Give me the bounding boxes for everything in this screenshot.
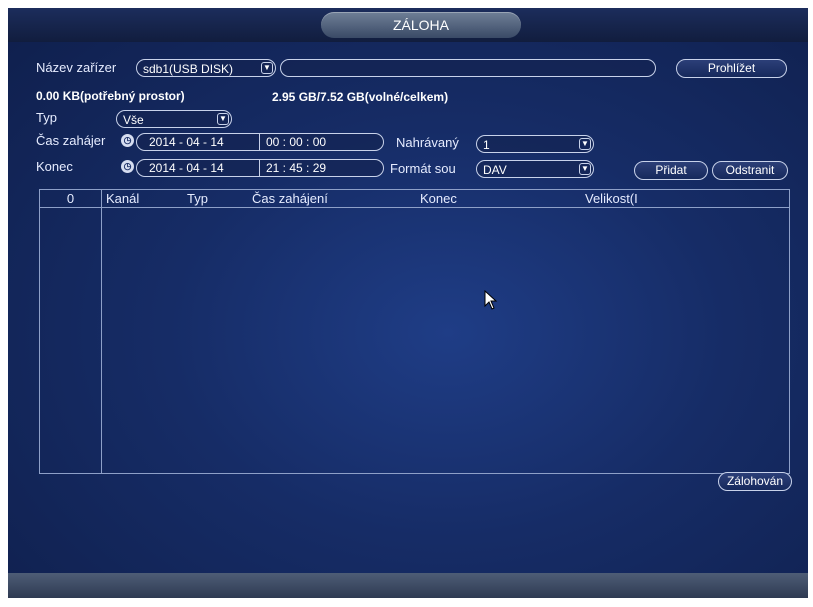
recorder-select[interactable]: 1 ▼ <box>476 135 594 153</box>
end-datetime-field[interactable]: 2014 - 04 - 14 21 : 45 : 29 <box>136 159 384 177</box>
start-time-label: Čas zahájer <box>36 133 106 148</box>
type-select[interactable]: Vše ▼ <box>116 110 232 128</box>
window-title: ZÁLOHA <box>321 12 521 38</box>
end-time-label: Konec <box>36 159 73 174</box>
title-bar: ZÁLOHA <box>8 8 808 42</box>
chevron-down-icon: ▼ <box>261 62 273 74</box>
device-select[interactable]: sdb1(USB DISK) ▼ <box>136 59 276 77</box>
table-header: 0 Kanál Typ Čas zahájení Konec Velikost(… <box>40 190 789 208</box>
free-total-space-text: 2.95 GB/7.52 GB(volné/celkem) <box>272 90 449 104</box>
col-end: Konec <box>420 191 457 206</box>
add-button[interactable]: Přidat <box>634 161 708 180</box>
backup-button[interactable]: Zálohován <box>718 472 792 491</box>
remove-button[interactable]: Odstranit <box>712 161 788 180</box>
clock-icon[interactable]: ◷ <box>121 134 134 147</box>
chevron-down-icon: ▼ <box>579 163 591 175</box>
chevron-down-icon: ▼ <box>217 113 229 125</box>
col-size: Velikost(I <box>585 191 638 206</box>
col-start-time: Čas zahájení <box>252 191 328 206</box>
recorder-label: Nahrávaný <box>396 135 459 150</box>
end-time[interactable]: 21 : 45 : 29 <box>266 160 326 176</box>
device-name-label: Název zařízer <box>36 60 117 75</box>
device-select-value: sdb1(USB DISK) <box>143 62 234 76</box>
device-path-field[interactable] <box>280 59 656 77</box>
backup-file-table[interactable]: 0 Kanál Typ Čas zahájení Konec Velikost(… <box>39 189 790 474</box>
backup-window: ZÁLOHA Název zařízer sdb1(USB DISK) ▼ Pr… <box>8 8 808 598</box>
format-label: Formát sou <box>390 161 456 176</box>
column-divider <box>101 190 102 473</box>
col-channel: Kanál <box>106 191 140 206</box>
bottom-bar <box>8 573 808 598</box>
format-select-value: DAV <box>483 163 507 177</box>
selected-count[interactable]: 0 <box>40 190 101 207</box>
format-select[interactable]: DAV ▼ <box>476 160 594 178</box>
end-date[interactable]: 2014 - 04 - 14 <box>149 160 224 176</box>
recorder-select-value: 1 <box>483 138 490 152</box>
mouse-cursor-icon <box>484 289 498 315</box>
start-datetime-field[interactable]: 2014 - 04 - 14 00 : 00 : 00 <box>136 133 384 151</box>
browse-button[interactable]: Prohlížet <box>676 59 787 78</box>
start-date[interactable]: 2014 - 04 - 14 <box>149 134 224 150</box>
start-time[interactable]: 00 : 00 : 00 <box>266 134 326 150</box>
clock-icon[interactable]: ◷ <box>121 160 134 173</box>
chevron-down-icon: ▼ <box>579 138 591 150</box>
required-space-text: 0.00 KB(potřebný prostor) <box>36 89 185 103</box>
type-label: Typ <box>36 110 57 125</box>
col-type: Typ <box>187 191 208 206</box>
type-select-value: Vše <box>123 113 144 127</box>
